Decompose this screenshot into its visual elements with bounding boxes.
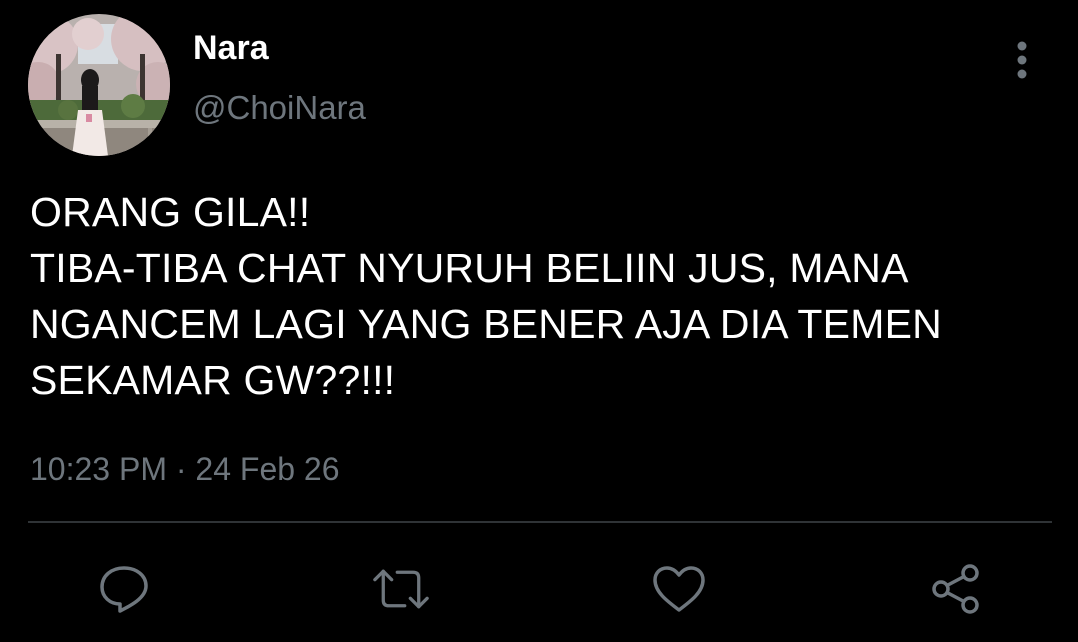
- retweet-button[interactable]: [373, 562, 429, 616]
- avatar-photo: [28, 14, 170, 156]
- tweet-text-line: SEKAMAR GW??!!!: [30, 357, 396, 403]
- more-options-button[interactable]: [1004, 40, 1040, 80]
- heart-icon: [653, 566, 705, 612]
- reply-button[interactable]: [96, 562, 152, 616]
- divider: [28, 521, 1052, 523]
- tweet-text-line: TIBA-TIBA CHAT NYURUH BELIIN JUS, MANA: [30, 245, 909, 291]
- tweet-timestamp[interactable]: 10:23 PM · 24 Feb 26: [30, 449, 340, 489]
- tweet-text-line: NGANCEM LAGI YANG BENER AJA DIA TEMEN: [30, 301, 942, 347]
- share-icon: [932, 564, 979, 614]
- share-button[interactable]: [928, 562, 984, 616]
- author-handle[interactable]: @ChoiNara: [193, 88, 366, 128]
- author-display-name[interactable]: Nara: [193, 28, 269, 68]
- retweet-icon: [373, 569, 429, 609]
- tweet-text-line: ORANG GILA!!: [30, 189, 311, 235]
- more-vertical-icon: [1017, 41, 1027, 79]
- reply-icon: [100, 566, 148, 613]
- like-button[interactable]: [651, 562, 707, 616]
- avatar[interactable]: [28, 14, 170, 156]
- tweet-text: ORANG GILA!! TIBA-TIBA CHAT NYURUH BELII…: [30, 184, 1070, 408]
